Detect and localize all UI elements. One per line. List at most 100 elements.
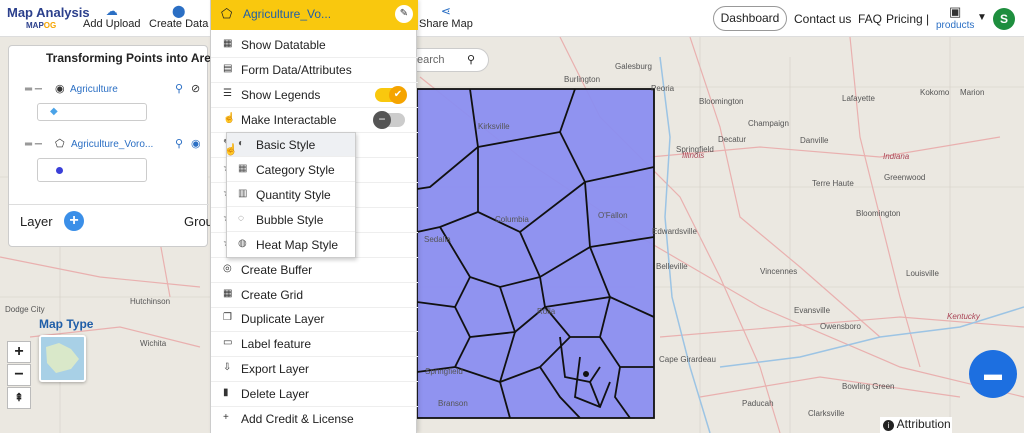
menu-item-create-buffer[interactable]: ◎ Create Buffer [211,258,418,283]
menu-item-make-interactable[interactable]: ☝ Make Interactable − [211,108,418,133]
panel-title: Transforming Points into Areas [46,51,225,65]
menu-item-show-legends[interactable]: ☰ Show Legends ✔ [211,83,418,108]
chevron-down-icon[interactable]: ▼ [977,12,987,23]
search-icon[interactable]: ⚲ [467,53,475,66]
create-data-label: Create Data [149,18,209,30]
top-bar: Map Analysis MAPOG ☁ Add Upload ⬤ Create… [0,0,1024,37]
location-pin-icon: ⬤ [171,4,186,18]
contact-link[interactable]: Contact us [794,12,851,26]
share-icon: ⋖ [440,4,451,18]
city-label: Rolla [537,307,556,316]
submenu-quantity-style[interactable]: ▥ Quantity Style [227,183,355,207]
layer-row[interactable]: ═ ─ ⬠ Agriculture_Voro... ⚲ ◉ [25,137,209,153]
pricing-link[interactable]: Pricing | [886,12,929,26]
edit-pencil-icon[interactable]: ✎ [395,5,413,23]
layer-style-preview[interactable]: ◆ [37,103,147,121]
city-label: Hutchinson [130,297,171,306]
menu-item-form-data[interactable]: ▤ Form Data/Attributes [211,58,418,83]
zoom-out-button[interactable]: − [7,364,31,386]
menu-item-delete-layer[interactable]: ▮ Delete Layer [211,382,418,407]
menu-item-export-layer[interactable]: ⇩ Export Layer [211,357,418,382]
attribution-control[interactable]: i Attribution [880,417,952,433]
create-data-button[interactable]: ⬤ Create Data [149,4,208,30]
city-label: Louisville [906,269,939,278]
city-label: Danville [800,136,829,145]
city-label: Peoria [651,84,675,93]
zoom-to-layer-icon[interactable]: ⚲ [175,82,183,95]
style-submenu: ◐ Basic Style ▦ Category Style ▥ Quantit… [226,132,356,258]
city-label: Decatur [718,135,747,144]
state-label: Kentucky [947,312,980,321]
submenu-heatmap-style[interactable]: ◍ Heat Map Style [227,233,355,257]
panel-divider [9,204,209,205]
products-label: products [936,20,975,31]
city-label: Cape Girardeau [659,355,716,364]
layer-name[interactable]: Agriculture_Voro... [71,139,153,150]
menu-item-add-credit[interactable]: + Add Credit & License [211,407,418,432]
trash-icon: ▮ [223,387,229,398]
add-upload-button[interactable]: ☁ Add Upload [83,4,141,30]
city-label: Branson [438,399,468,408]
city-label: Burlington [564,75,601,84]
city-label: Champaign [748,119,789,128]
city-label: Vincennes [760,267,798,276]
layer-style-preview[interactable] [37,158,147,182]
search-placeholder: earch [417,54,445,66]
legends-toggle[interactable]: ✔ [375,86,407,104]
dashboard-button[interactable]: Dashboard [713,6,787,31]
plus-icon: + [223,412,229,423]
map-thumbnail-graphic [41,337,84,380]
layer-name[interactable]: Agriculture [70,84,118,95]
form-icon: ▤ [223,63,233,74]
interactable-toggle[interactable]: − [373,111,405,129]
info-icon: i [883,420,894,431]
add-layer-button[interactable]: + [64,211,84,231]
submenu-bubble-style[interactable]: ◌ Bubble Style [227,208,355,232]
hand-icon: ☝ [223,113,236,124]
submenu-category-style[interactable]: ▦ Category Style [227,158,355,182]
app-logo-title[interactable]: Map Analysis [7,5,90,20]
heatmap-icon: ◍ [238,238,247,249]
bubble-icon: ◌ [238,213,244,224]
menu-item-label-feature[interactable]: ▭ Label feature [211,332,418,357]
layer-tab[interactable]: Layer [20,214,53,229]
pin-icon: ◉ [55,83,65,95]
menu-item-show-datatable[interactable]: ▦ Show Datatable [211,33,418,58]
city-label: Greenwood [884,173,926,182]
avatar[interactable]: S [993,8,1015,30]
chat-button[interactable]: ▬ [969,350,1017,398]
city-label: Kirksville [478,122,510,131]
submenu-basic-style[interactable]: ◐ Basic Style [227,133,355,157]
visibility-off-icon[interactable]: ⊘ [191,82,200,95]
drag-handle-icon[interactable]: ═ ─ [25,84,42,95]
products-menu[interactable]: ▣ products [936,4,974,31]
map-type-thumbnail[interactable] [39,335,86,382]
city-label: Bowling Green [842,382,895,391]
city-label: Wichita [140,339,167,348]
minus-icon: − [373,111,391,129]
menu-header: ⬠ Agriculture_Vo... ✎ [211,0,418,30]
group-tab[interactable]: Grou [184,214,213,229]
visibility-icon[interactable]: ◉ [191,137,201,150]
menu-item-duplicate-layer[interactable]: ❐ Duplicate Layer [211,307,418,332]
share-map-button[interactable]: ⋖ Share Map [419,4,473,30]
duplicate-icon: ❐ [223,312,232,323]
search-input[interactable]: earch ⚲ [417,48,489,72]
city-label: Bloomington [699,97,744,106]
city-label: O'Fallon [598,211,628,220]
cloud-upload-icon: ☁ [105,4,118,18]
drag-handle-icon[interactable]: ═ ─ [25,139,42,150]
zoom-in-button[interactable]: + [7,341,31,363]
city-label: Columbia [495,215,529,224]
state-label: Indiana [883,152,910,161]
table-icon: ▦ [223,38,233,49]
layer-row[interactable]: ═ ─ ◉ Agriculture ⚲ ⊘ [25,82,209,98]
city-label: Marion [960,88,985,97]
zoom-to-layer-icon[interactable]: ⚲ [175,137,183,150]
city-label: Dodge City [5,305,45,314]
menu-item-create-grid[interactable]: ▦ Create Grid [211,283,418,308]
faq-link[interactable]: FAQ [858,12,882,26]
north-arrow-button[interactable]: ⇞ [7,387,31,409]
check-icon: ✔ [389,86,407,104]
city-label: Lafayette [842,94,875,103]
